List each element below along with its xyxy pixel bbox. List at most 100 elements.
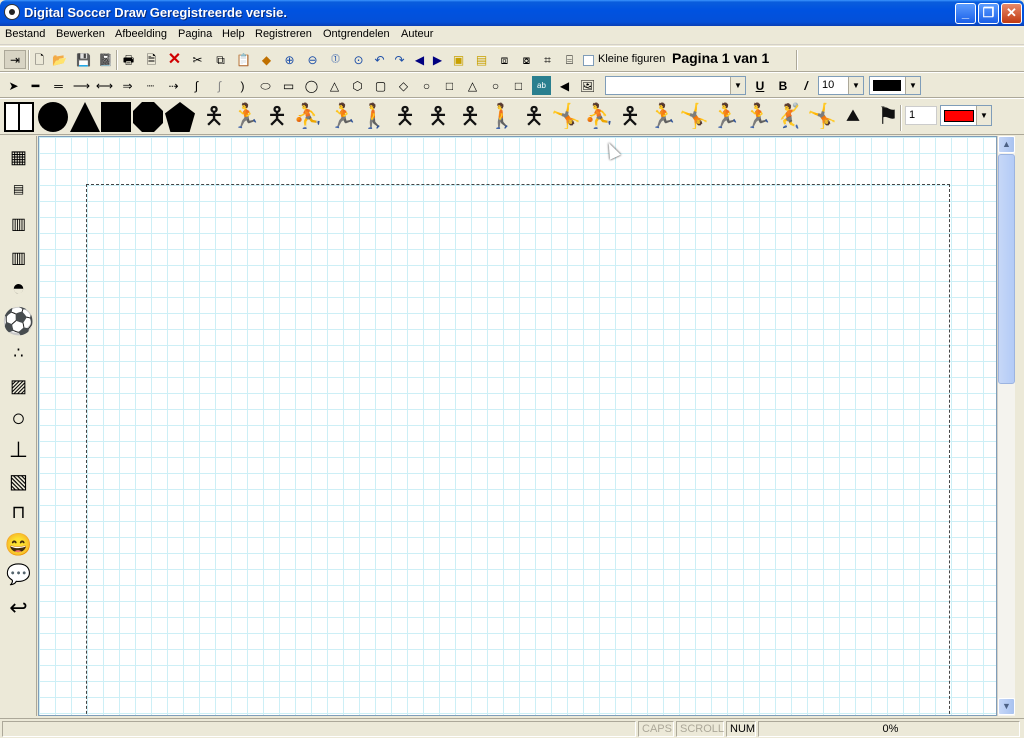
delete-icon[interactable]: ✕ <box>165 50 184 69</box>
triangle-outline-icon[interactable]: △ <box>463 76 482 95</box>
vertical-scrollbar[interactable]: ▲ ▼ <box>997 136 1015 716</box>
chevron-down-icon[interactable]: ▼ <box>848 77 863 94</box>
new-file-icon[interactable]: 🗋 <box>30 50 49 69</box>
ladder-icon[interactable]: ▨ <box>3 372 34 400</box>
arrow-right-icon[interactable]: ▶ <box>428 50 447 69</box>
thick-line-icon[interactable]: ━ <box>26 76 45 95</box>
bold-button[interactable]: B <box>774 77 792 95</box>
player-volley-icon[interactable]: 🤸 <box>679 102 709 132</box>
save-disk-icon[interactable]: 💾 <box>74 50 93 69</box>
font-size-select[interactable]: 10 ▼ <box>818 76 864 95</box>
player-header-icon[interactable]: 🤸 <box>551 102 581 132</box>
print-preview-icon[interactable]: 🗎 <box>142 50 161 69</box>
bring-to-front-icon[interactable]: ▣ <box>449 50 468 69</box>
arrow-line-icon[interactable]: ⟶ <box>72 76 91 95</box>
chevron-down-icon[interactable]: ▼ <box>905 77 920 94</box>
text-box-icon[interactable]: ab <box>532 76 551 95</box>
pole-icon[interactable]: ⊥ <box>3 436 34 464</box>
bracket-icon[interactable]: ⊓ <box>3 502 34 522</box>
circle-thin-icon[interactable]: ○ <box>486 76 505 95</box>
player-walk-icon[interactable]: 🚶 <box>359 102 389 132</box>
maximize-button[interactable]: ❐ <box>978 3 999 24</box>
menu-pagina[interactable]: Pagina <box>178 28 212 40</box>
send-to-back-icon[interactable]: ▤ <box>472 50 491 69</box>
goal-net-small-icon[interactable]: ▤ <box>3 182 34 196</box>
arrow-left-icon[interactable]: ◀ <box>410 50 429 69</box>
scroll-down-icon[interactable]: ▼ <box>998 698 1015 715</box>
player-pass-icon[interactable]: 🯅 <box>393 102 417 132</box>
dotted-line-icon[interactable]: ┈ <box>141 76 160 95</box>
three-balls-icon[interactable]: ∴ <box>3 340 34 368</box>
triangle-filled-icon[interactable]: △ <box>325 76 344 95</box>
player-running-icon[interactable]: 🏃 <box>231 102 261 132</box>
color-palette-icon[interactable]: ◆ <box>257 50 276 69</box>
double-arrow-icon[interactable]: ⟷ <box>95 76 114 95</box>
text-color-select[interactable]: ▼ <box>869 76 921 95</box>
soccer-ball-icon[interactable]: ⚽ <box>2 306 34 336</box>
zoom-100-icon[interactable]: ⓵ <box>326 50 345 69</box>
redo-icon[interactable]: ↷ <box>390 50 409 69</box>
double-line-icon[interactable]: ═ <box>49 76 68 95</box>
select-pointer-icon[interactable]: ➤ <box>4 76 23 95</box>
pentagon-player-icon[interactable] <box>165 102 195 132</box>
curve-icon[interactable]: ∫ <box>187 76 206 95</box>
player-jump-icon[interactable]: ⛹ <box>584 102 614 132</box>
cut-scissors-icon[interactable]: ✂ <box>188 50 207 69</box>
square-player-icon[interactable] <box>101 102 131 132</box>
rectangle-filled-icon[interactable]: ▭ <box>279 76 298 95</box>
field-icon[interactable] <box>4 102 34 132</box>
hexagon-filled-icon[interactable]: ⬡ <box>348 76 367 95</box>
close-button[interactable]: ✕ <box>1001 3 1022 24</box>
mini-goal-icon[interactable]: ▥ <box>3 248 34 270</box>
dome-icon[interactable]: ◓ <box>3 277 34 299</box>
menu-auteur[interactable]: Auteur <box>401 28 433 40</box>
diamond-icon[interactable]: ◇ <box>394 76 413 95</box>
underline-button[interactable]: U <box>751 77 769 95</box>
exit-door-icon[interactable]: ⇥ <box>4 50 26 69</box>
cone-icon[interactable]: ⯅ <box>841 102 865 132</box>
square-thin-icon[interactable]: □ <box>509 76 528 95</box>
paste-icon[interactable]: 📋 <box>234 50 253 69</box>
print-icon[interactable]: 🖶 <box>119 50 138 69</box>
arc-icon[interactable]: ) <box>233 76 252 95</box>
font-name-select[interactable]: ▼ <box>605 76 746 95</box>
circle-outline-icon[interactable]: ○ <box>417 76 436 95</box>
scroll-up-icon[interactable]: ▲ <box>998 136 1015 153</box>
circle-player-icon[interactable] <box>38 102 68 132</box>
menu-registreren[interactable]: Registreren <box>255 28 312 40</box>
ungroup-icon[interactable]: ⌸ <box>560 50 579 69</box>
italic-button[interactable]: / <box>797 77 815 95</box>
menu-afbeelding[interactable]: Afbeelding <box>115 28 167 40</box>
player-sprint-icon[interactable]: 🏃 <box>328 102 358 132</box>
player-kick-icon[interactable]: ⛹ <box>293 102 323 132</box>
player-standing-icon[interactable]: 🯅 <box>202 102 226 132</box>
player-shoot-icon[interactable]: 🯅 <box>522 102 546 132</box>
zoom-in-icon[interactable]: ⊕ <box>280 50 299 69</box>
soccer-ball-app-icon[interactable] <box>4 4 20 20</box>
chevron-down-icon[interactable]: ▼ <box>976 106 991 125</box>
line-width-input[interactable]: 1 <box>905 106 937 125</box>
smiley-icon[interactable]: 😄 <box>3 532 34 558</box>
player-control-icon[interactable]: 🏃 <box>743 102 773 132</box>
player-stand-back-icon[interactable]: 🯅 <box>426 102 450 132</box>
goal-net-vertical-icon[interactable]: ▥ <box>3 208 34 242</box>
zoom-fit-icon[interactable]: ⊙ <box>349 50 368 69</box>
menu-bestand[interactable]: Bestand <box>5 28 45 40</box>
stroke-color-select[interactable]: ▼ <box>940 105 992 126</box>
goalkeeper-dive-icon[interactable]: 🤸 <box>807 102 837 132</box>
group-icon[interactable]: ⌗ <box>538 50 557 69</box>
chevron-down-icon[interactable]: ▼ <box>730 77 745 94</box>
player-turn-icon[interactable]: 🯅 <box>458 102 482 132</box>
player-idle-icon[interactable]: 🚶 <box>487 102 517 132</box>
scroll-thumb[interactable] <box>998 154 1015 384</box>
octagon-player-icon[interactable] <box>133 102 163 132</box>
bring-forward-icon[interactable]: ⧈ <box>495 50 514 69</box>
minimize-button[interactable]: _ <box>955 3 976 24</box>
open-folder-icon[interactable]: 📂 <box>50 50 69 69</box>
speech-bubble-icon[interactable]: 💬 <box>3 562 34 588</box>
player-tackle-icon[interactable]: 🏃 <box>648 102 678 132</box>
hatched-area-icon[interactable]: ▧ <box>3 468 34 496</box>
undo-icon[interactable]: ↶ <box>370 50 389 69</box>
player-chase-icon[interactable]: 🏃 <box>711 102 741 132</box>
zoom-out-icon[interactable]: ⊖ <box>303 50 322 69</box>
